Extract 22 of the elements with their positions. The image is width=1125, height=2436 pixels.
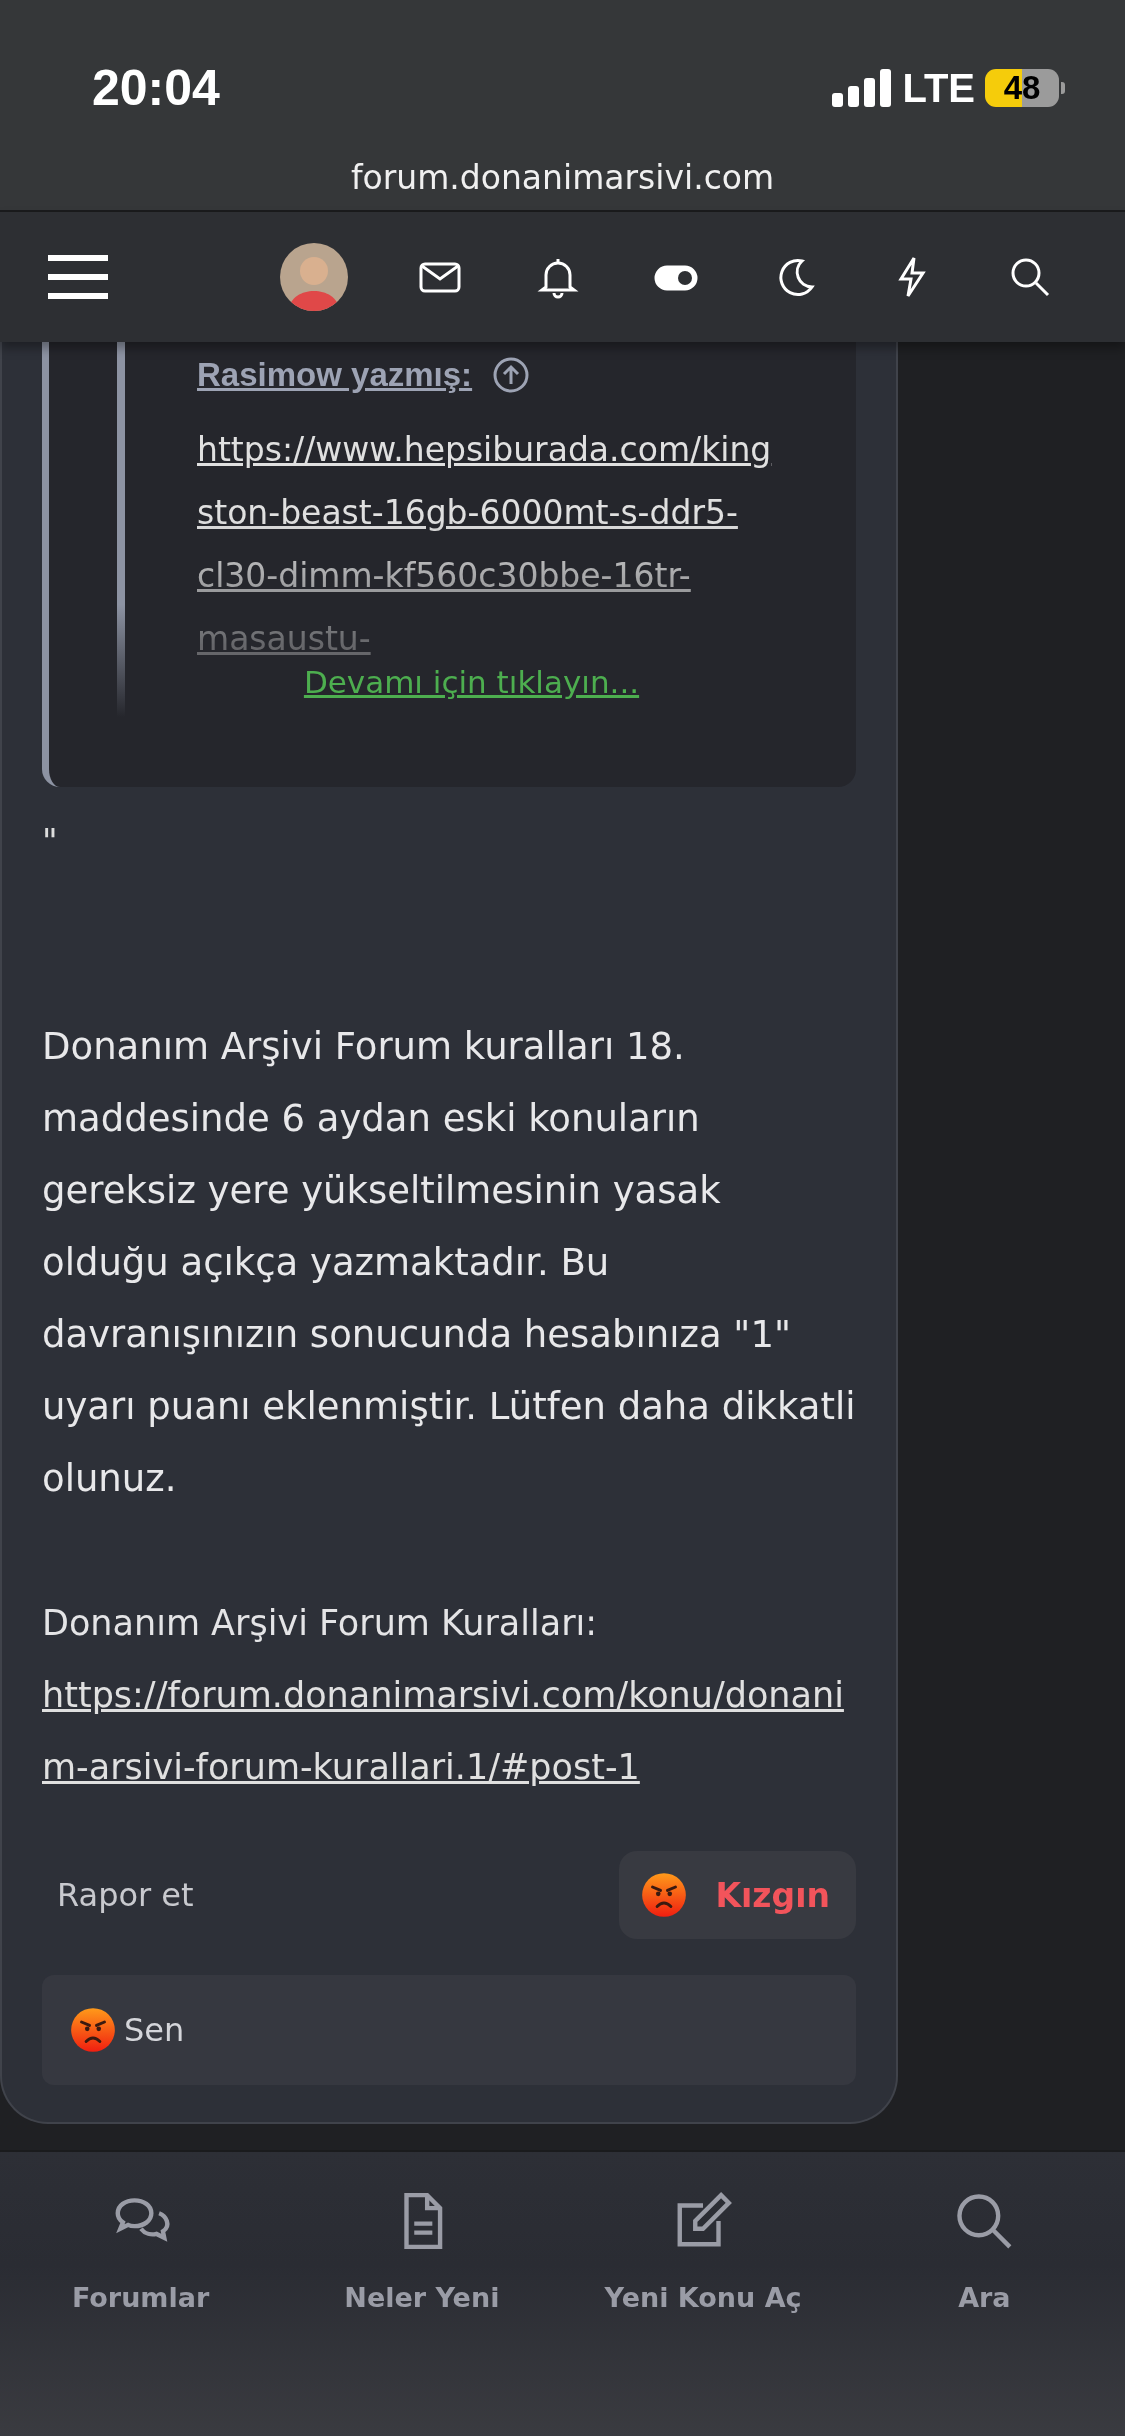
- report-link[interactable]: Rapor et: [57, 1876, 194, 1914]
- reaction-user: Sen: [124, 2011, 185, 2049]
- signal-icon: [832, 69, 893, 107]
- post-paragraph: Donanım Arşivi Forum kuralları 18. maddesinde 6 aydan eski konuların gereksiz yere yükseltilmesinin yasak olduğu açıkça yazmaktadır. Bu davranışınızın sonucunda hesabınıza "1" uyarı puanı eklenmiştir. Lütfen daha dikkatli olunuz.: [42, 1024, 856, 1502]
- menu-icon[interactable]: [48, 254, 108, 300]
- tab-bar-item[interactable]: Yeni Konu Aç: [573, 2190, 834, 2436]
- angry-emoji-icon: [641, 1872, 688, 1918]
- quote-author-link[interactable]: Rasimow yazmış:: [197, 356, 473, 394]
- reaction-summary-bar[interactable]: Sen: [42, 1975, 856, 2085]
- network-type: LTE: [902, 65, 975, 111]
- tab-bar-item[interactable]: Neler Yeni: [291, 2190, 552, 2436]
- clock-time: 20:04: [92, 59, 220, 117]
- address-bar-url[interactable]: forum.donanimarsivi.com: [350, 158, 775, 197]
- rules-label: Donanım Arşivi Forum Kuralları:: [42, 1602, 599, 1645]
- tab-bar-item[interactable]: Ara: [854, 2190, 1115, 2436]
- battery-icon: 48: [985, 69, 1059, 107]
- arrow-up-circle-icon[interactable]: [492, 356, 531, 394]
- tab-bar-item[interactable]: Forumlar: [10, 2190, 271, 2436]
- angry-emoji-icon: [70, 2007, 116, 2053]
- quote-mark: ": [42, 821, 59, 861]
- reaction-button[interactable]: Kızgın: [619, 1851, 856, 1939]
- rules-link[interactable]: https://forum.donanimarsivi.com/konu/donanim-arsivi-forum-kurallari.1/#post-1: [42, 1659, 856, 1803]
